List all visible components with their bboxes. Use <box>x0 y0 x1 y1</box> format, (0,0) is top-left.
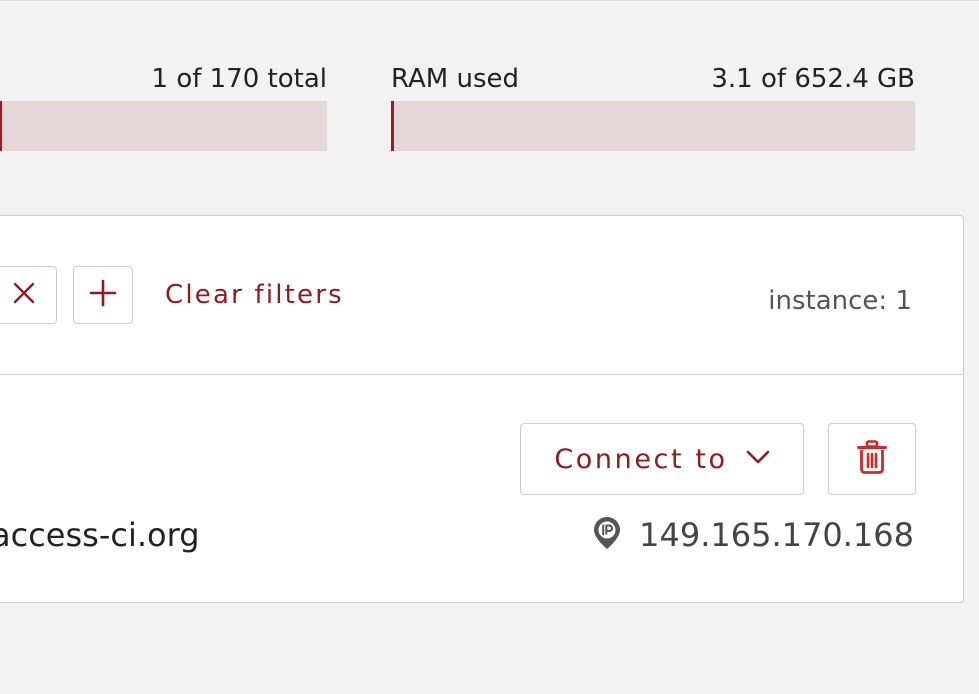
ram-quota-label: RAM used <box>391 64 520 94</box>
instance-list-panel: Clear filters instance: 1 Connect to acc… <box>0 215 964 603</box>
instance-ip: 149.165.170.168 <box>593 516 914 554</box>
filter-row-divider <box>0 374 963 375</box>
clear-filters-link[interactable]: Clear filters <box>165 276 344 314</box>
connect-to-label: Connect to <box>554 443 728 475</box>
instances-quota-summary: 1 of 170 total <box>151 64 327 94</box>
ram-quota-fill <box>391 101 394 151</box>
ip-address: 149.165.170.168 <box>639 516 914 554</box>
delete-instance-button[interactable] <box>828 423 916 495</box>
instance-count-label: instance: 1 <box>768 286 912 316</box>
close-icon <box>12 281 36 309</box>
ram-quota-bar <box>391 101 915 151</box>
remove-filter-button[interactable] <box>0 266 57 324</box>
connect-to-button[interactable]: Connect to <box>520 423 804 495</box>
instances-quota-fill <box>0 101 2 151</box>
chevron-down-icon <box>746 449 770 469</box>
ip-pin-icon <box>593 516 621 554</box>
trash-icon <box>857 440 887 478</box>
top-divider <box>0 0 979 1</box>
plus-icon <box>89 279 117 311</box>
instance-hostname: access-ci.org <box>0 516 200 554</box>
ram-quota-summary: 3.1 of 652.4 GB <box>711 64 915 94</box>
instances-quota-bar <box>0 101 327 151</box>
add-filter-button[interactable] <box>73 266 133 324</box>
